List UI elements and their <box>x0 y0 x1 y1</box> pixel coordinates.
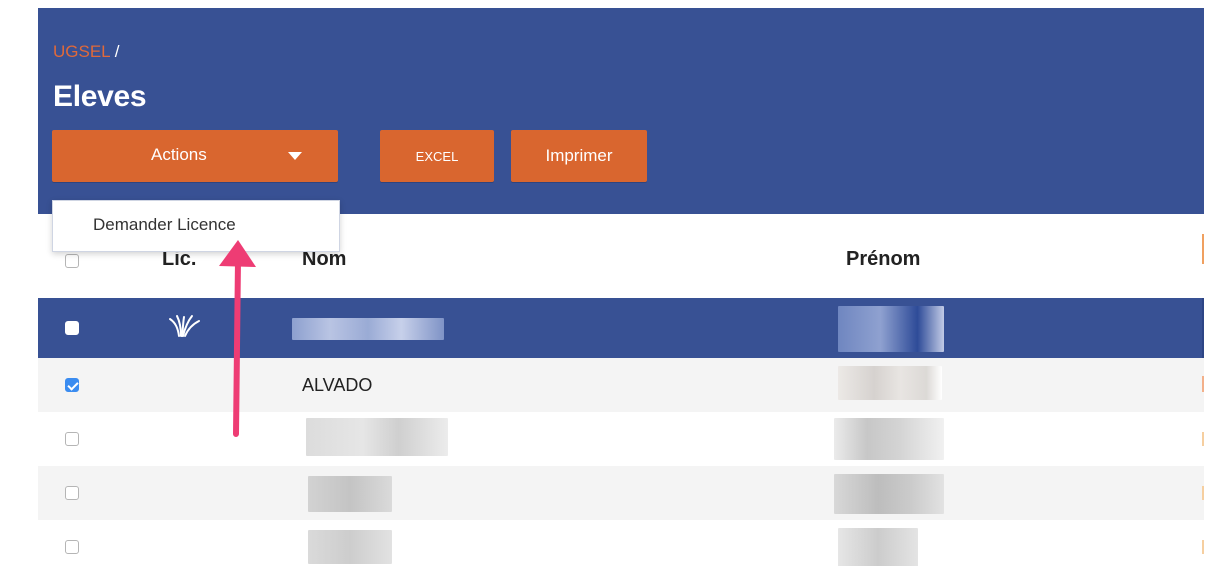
table-row[interactable]: ALVADO <box>38 358 1204 412</box>
actions-dropdown-button[interactable]: Actions <box>52 130 338 182</box>
row-checkbox[interactable] <box>65 486 79 500</box>
redacted-prenom <box>838 366 942 400</box>
redacted-nom <box>306 418 448 456</box>
licence-leaf-icon <box>169 315 200 337</box>
print-button[interactable]: Imprimer <box>511 130 647 182</box>
row-edge <box>1202 432 1204 446</box>
chevron-down-icon <box>288 152 302 160</box>
actions-dropdown-menu: Demander Licence <box>52 200 340 252</box>
breadcrumb: UGSEL / <box>53 42 119 62</box>
menu-item-demander-licence[interactable]: Demander Licence <box>93 215 236 235</box>
page-header: UGSEL / Eleves Actions EXCEL Imprimer <box>38 8 1204 214</box>
row-edge <box>1202 486 1204 500</box>
actions-button-label: Actions <box>151 145 207 164</box>
row-edge <box>1202 376 1204 392</box>
redacted-prenom <box>838 306 944 352</box>
redacted-nom <box>308 476 392 512</box>
page-title: Eleves <box>53 80 147 113</box>
breadcrumb-separator: / <box>110 42 120 61</box>
table-row[interactable] <box>38 412 1204 466</box>
breadcrumb-link-ugsel[interactable]: UGSEL <box>53 42 110 61</box>
select-all-checkbox[interactable] <box>65 254 79 268</box>
column-edge-marker <box>1202 234 1204 264</box>
table-row[interactable] <box>38 466 1204 520</box>
redacted-nom <box>308 530 392 564</box>
row-edge <box>1202 298 1204 358</box>
excel-button[interactable]: EXCEL <box>380 130 494 182</box>
redacted-prenom <box>834 418 944 460</box>
redacted-nom <box>292 318 444 340</box>
cell-nom: ALVADO <box>302 375 373 395</box>
redacted-prenom <box>838 528 918 566</box>
row-checkbox[interactable] <box>65 378 79 392</box>
row-checkbox[interactable] <box>65 432 79 446</box>
row-checkbox[interactable] <box>65 540 79 554</box>
redacted-prenom <box>834 474 944 514</box>
row-checkbox[interactable] <box>65 321 79 335</box>
column-header-prenom[interactable]: Prénom <box>846 248 920 271</box>
app-frame: UGSEL / Eleves Actions EXCEL Imprimer Li… <box>38 8 1204 566</box>
table-row[interactable] <box>38 298 1204 358</box>
row-edge <box>1202 540 1204 554</box>
table-row[interactable] <box>38 520 1204 566</box>
